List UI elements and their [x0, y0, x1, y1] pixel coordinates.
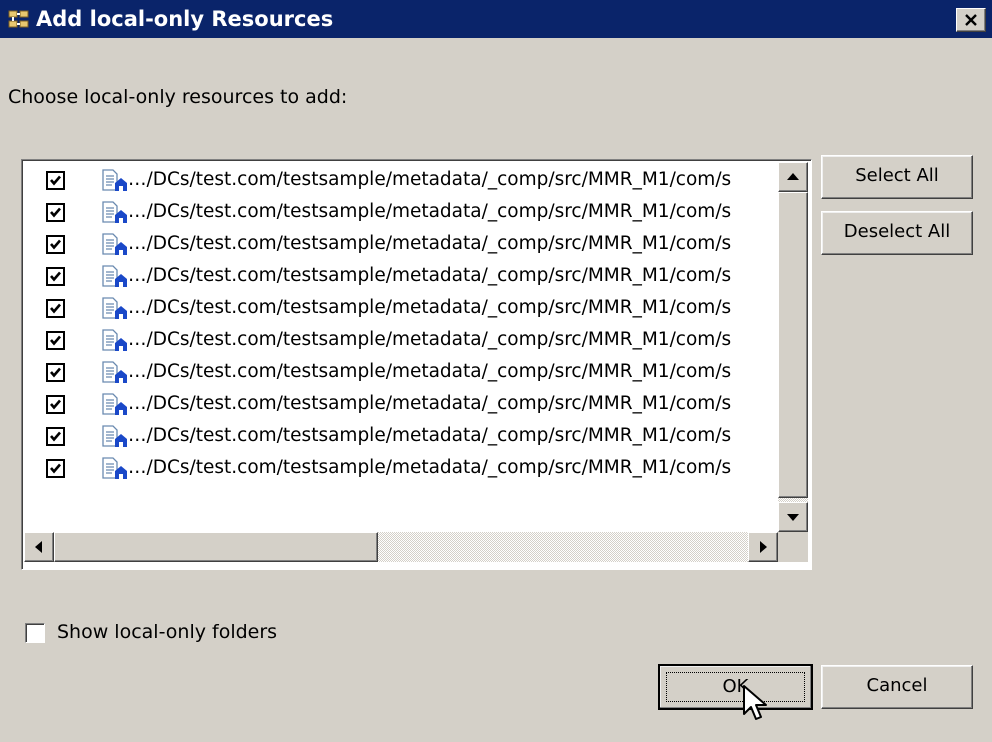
scroll-up-button[interactable]	[778, 162, 808, 192]
resource-row[interactable]: …/DCs/test.com/testsample/metadata/_comp…	[24, 421, 778, 453]
resource-row[interactable]: …/DCs/test.com/testsample/metadata/_comp…	[24, 293, 778, 325]
resource-row[interactable]: …/DCs/test.com/testsample/metadata/_comp…	[24, 325, 778, 357]
resource-row[interactable]: …/DCs/test.com/testsample/metadata/_comp…	[24, 453, 778, 485]
checkmark-icon	[50, 335, 61, 346]
local-file-icon	[102, 233, 127, 255]
checkmark-icon	[50, 207, 61, 218]
resource-path: …/DCs/test.com/testsample/metadata/_comp…	[128, 361, 732, 382]
horizontal-scroll-thumb[interactable]	[54, 532, 378, 562]
local-file-icon	[102, 361, 127, 383]
arrow-left-icon	[35, 541, 42, 553]
resource-path: …/DCs/test.com/testsample/metadata/_comp…	[128, 201, 732, 222]
resource-checkbox[interactable]	[46, 203, 65, 222]
close-button[interactable]	[956, 8, 986, 32]
local-file-icon	[102, 297, 127, 319]
resource-path: …/DCs/test.com/testsample/metadata/_comp…	[128, 233, 732, 254]
show-local-folders-label: Show local-only folders	[57, 621, 278, 643]
local-file-icon	[102, 393, 127, 415]
checkmark-icon	[50, 431, 61, 442]
arrow-up-icon	[787, 173, 799, 180]
resource-row[interactable]: …/DCs/test.com/testsample/metadata/_comp…	[24, 389, 778, 421]
resource-checkbox[interactable]	[46, 427, 65, 446]
resource-row[interactable]: …/DCs/test.com/testsample/metadata/_comp…	[24, 165, 778, 197]
app-resources-icon	[8, 10, 29, 28]
local-file-icon	[102, 265, 127, 287]
resource-row[interactable]: …/DCs/test.com/testsample/metadata/_comp…	[24, 357, 778, 389]
resource-rows: …/DCs/test.com/testsample/metadata/_comp…	[24, 162, 778, 532]
resource-path: …/DCs/test.com/testsample/metadata/_comp…	[128, 425, 732, 446]
focus-rectangle	[666, 672, 805, 702]
vertical-scrollbar[interactable]	[778, 162, 808, 532]
checkmark-icon	[50, 271, 61, 282]
resource-checkbox[interactable]	[46, 299, 65, 318]
resource-checkbox[interactable]	[46, 267, 65, 286]
arrow-right-icon	[760, 541, 767, 553]
checkmark-icon	[50, 239, 61, 250]
instruction-text: Choose local-only resources to add:	[8, 86, 348, 108]
resource-checkbox[interactable]	[46, 459, 65, 478]
show-local-folders-checkbox[interactable]	[25, 623, 45, 643]
resource-path: …/DCs/test.com/testsample/metadata/_comp…	[128, 265, 732, 286]
scrollbar-corner	[778, 532, 808, 562]
resource-checkbox[interactable]	[46, 235, 65, 254]
horizontal-scrollbar[interactable]	[24, 532, 778, 562]
scroll-down-button[interactable]	[778, 502, 808, 532]
local-file-icon	[102, 201, 127, 223]
deselect-all-button[interactable]: Deselect All	[821, 211, 973, 255]
vertical-scroll-thumb[interactable]	[778, 192, 808, 498]
resource-checkbox[interactable]	[46, 363, 65, 382]
checkmark-icon	[50, 463, 61, 474]
window-title: Add local-only Resources	[36, 7, 334, 31]
resource-checkbox[interactable]	[46, 395, 65, 414]
resource-checkbox[interactable]	[46, 331, 65, 350]
resource-path: …/DCs/test.com/testsample/metadata/_comp…	[128, 169, 732, 190]
resource-path: …/DCs/test.com/testsample/metadata/_comp…	[128, 393, 732, 414]
resource-path: …/DCs/test.com/testsample/metadata/_comp…	[128, 457, 732, 478]
resource-row[interactable]: …/DCs/test.com/testsample/metadata/_comp…	[24, 261, 778, 293]
title-bar[interactable]: Add local-only Resources	[0, 0, 992, 38]
mouse-pointer-icon	[743, 685, 767, 720]
checkmark-icon	[50, 303, 61, 314]
checkmark-icon	[50, 399, 61, 410]
ok-button[interactable]: OK	[658, 664, 813, 710]
resource-path: …/DCs/test.com/testsample/metadata/_comp…	[128, 297, 732, 318]
resource-row[interactable]: …/DCs/test.com/testsample/metadata/_comp…	[24, 229, 778, 261]
resource-checkbox[interactable]	[46, 171, 65, 190]
checkmark-icon	[50, 175, 61, 186]
local-file-icon	[102, 425, 127, 447]
scroll-left-button[interactable]	[24, 532, 54, 562]
resource-path: …/DCs/test.com/testsample/metadata/_comp…	[128, 329, 732, 350]
resource-list[interactable]: …/DCs/test.com/testsample/metadata/_comp…	[21, 159, 812, 570]
local-file-icon	[102, 169, 127, 191]
arrow-down-icon	[787, 514, 799, 521]
close-icon	[965, 14, 977, 26]
scroll-right-button[interactable]	[748, 532, 778, 562]
local-file-icon	[102, 329, 127, 351]
checkmark-icon	[50, 367, 61, 378]
cancel-button[interactable]: Cancel	[821, 665, 973, 709]
select-all-button[interactable]: Select All	[821, 155, 973, 199]
resource-row[interactable]: …/DCs/test.com/testsample/metadata/_comp…	[24, 197, 778, 229]
local-file-icon	[102, 457, 127, 479]
